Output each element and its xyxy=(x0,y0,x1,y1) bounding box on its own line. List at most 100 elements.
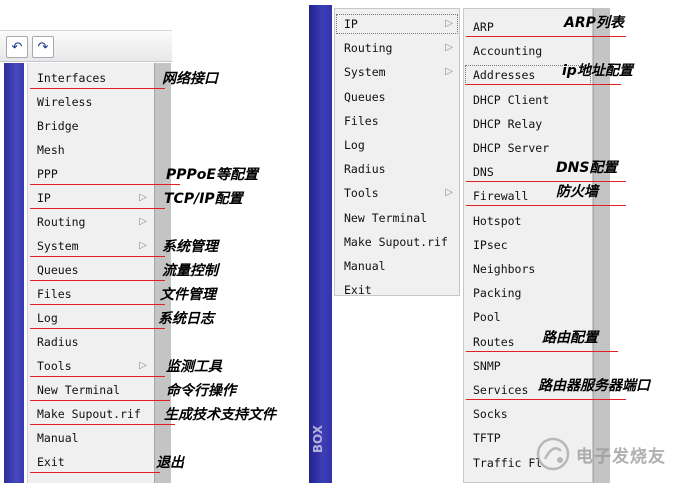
submenu-item-label: DHCP Server xyxy=(473,141,550,155)
submenu-arrow-icon: ▷ xyxy=(445,18,453,29)
menu-item-files[interactable]: Files xyxy=(335,110,459,132)
menu-item-label: Mesh xyxy=(37,143,65,157)
undo-icon: ↶ xyxy=(11,39,23,55)
menu-item-radius[interactable]: Radius xyxy=(28,331,153,353)
annotation-label: PPPoE等配置 xyxy=(166,167,258,183)
menu-item-label: Log xyxy=(37,311,58,325)
menu-item-label: Exit xyxy=(37,455,65,469)
submenu-item-label: Traffic Fl xyxy=(473,455,543,470)
submenu-item-label: Hotspot xyxy=(473,213,522,228)
menu-item-bridge[interactable]: Bridge xyxy=(28,115,153,137)
menu-item-label: New Terminal xyxy=(37,383,121,397)
menu-item-make-supout-rif[interactable]: Make Supout.rif xyxy=(335,231,459,253)
submenu-item-snmp[interactable]: SNMP xyxy=(464,355,592,377)
submenu-item-hotspot[interactable]: Hotspot xyxy=(464,210,592,232)
annotation-label: TCP/IP配置 xyxy=(164,191,243,207)
submenu-item-label: Firewall xyxy=(473,189,529,204)
menu-item-ip[interactable]: IP ▷ xyxy=(335,13,459,35)
annotation-underline xyxy=(30,184,180,185)
menu-item-make-supout-rif[interactable]: Make Supout.rif xyxy=(28,403,153,425)
submenu-item-socks[interactable]: Socks xyxy=(464,403,592,425)
menu-item-exit[interactable]: Exit xyxy=(28,451,153,473)
submenu-item-dhcp-server[interactable]: DHCP Server xyxy=(464,137,592,159)
submenu-item-label: DNS xyxy=(473,165,494,180)
menu-item-routing[interactable]: Routing ▷ xyxy=(28,211,153,233)
undo-button[interactable]: ↶ xyxy=(6,36,28,58)
submenu-item-dhcp-relay[interactable]: DHCP Relay xyxy=(464,113,592,135)
menu-item-log[interactable]: Log xyxy=(335,134,459,156)
submenu-item-packing[interactable]: Packing xyxy=(464,282,592,304)
menu-item-system[interactable]: System ▷ xyxy=(28,235,153,257)
annotation-label: 生成技术支持文件 xyxy=(164,407,276,423)
annotation-underline xyxy=(30,280,165,281)
annotation-underline xyxy=(466,350,618,352)
watermark-logo-icon xyxy=(536,437,570,471)
annotation-underline xyxy=(30,304,165,305)
menu-item-routing[interactable]: Routing ▷ xyxy=(335,37,459,59)
side-stripe xyxy=(309,5,332,483)
menu-item-label: Exit xyxy=(344,283,372,298)
menu-item-label: System xyxy=(344,65,386,80)
annotation-underline xyxy=(30,472,160,473)
annotation-label: 系统日志 xyxy=(158,311,214,327)
menu-item-ppp[interactable]: PPP xyxy=(28,163,153,185)
menu-item-mesh[interactable]: Mesh xyxy=(28,139,153,161)
redo-button[interactable]: ↷ xyxy=(32,36,54,58)
annotation-underline xyxy=(466,84,621,86)
menu-item-label: Routing xyxy=(344,41,393,56)
submenu-item-dhcp-client[interactable]: DHCP Client xyxy=(464,89,592,111)
menu-item-label: Tools xyxy=(37,359,72,373)
submenu-item-label: DHCP Client xyxy=(473,92,550,107)
annotation-label: 路由配置 xyxy=(542,329,598,346)
annotation-underline xyxy=(30,376,165,377)
menu-item-radius[interactable]: Radius xyxy=(335,158,459,180)
menu-item-tools[interactable]: Tools ▷ xyxy=(335,182,459,204)
menu-item-queues[interactable]: Queues xyxy=(335,86,459,108)
annotation-underline xyxy=(30,424,175,425)
annotation-label: 防火墙 xyxy=(556,184,598,201)
submenu-item-label: ARP xyxy=(473,20,494,34)
menu-item-label: Routing xyxy=(37,215,86,229)
submenu-arrow-icon: ▷ xyxy=(139,360,147,371)
menu-item-label: Manual xyxy=(344,259,386,273)
annotation-label: DNS配置 xyxy=(556,160,618,177)
annotation-underline xyxy=(30,208,165,209)
menu-item-label: IP xyxy=(344,17,358,31)
menu-item-label: Queues xyxy=(37,263,79,277)
menu-item-label: Radius xyxy=(344,162,386,177)
submenu-item-label: Pool xyxy=(473,310,501,325)
menu-item-queues[interactable]: Queues xyxy=(28,259,153,281)
submenu-item-label: TFTP xyxy=(473,431,501,446)
menu-item-tools[interactable]: Tools ▷ xyxy=(28,355,153,377)
menu-item-manual[interactable]: Manual xyxy=(28,427,153,449)
menu-item-label: Make Supout.rif xyxy=(344,234,448,249)
annotation-label: ip地址配置 xyxy=(562,63,633,80)
menu-item-interfaces[interactable]: Interfaces xyxy=(28,67,153,89)
menu-item-label: Files xyxy=(344,113,379,128)
submenu-item-label: Accounting xyxy=(473,44,543,59)
menu-item-label: Interfaces xyxy=(37,71,107,85)
menu-item-exit[interactable]: Exit xyxy=(335,279,459,301)
redo-icon: ↷ xyxy=(37,39,49,55)
menu-item-files[interactable]: Files xyxy=(28,283,153,305)
menu-item-wireless[interactable]: Wireless xyxy=(28,91,153,113)
menu-item-ip[interactable]: IP ▷ xyxy=(28,187,153,209)
submenu-arrow-icon: ▷ xyxy=(445,187,453,199)
menu-item-system[interactable]: System ▷ xyxy=(335,61,459,83)
submenu-item-accounting[interactable]: Accounting xyxy=(464,40,592,62)
menu-item-new-terminal[interactable]: New Terminal xyxy=(28,379,153,401)
submenu-item-label: SNMP xyxy=(473,358,501,373)
menu-item-log[interactable]: Log xyxy=(28,307,153,329)
annotation-underline xyxy=(30,256,165,257)
submenu-item-pool[interactable]: Pool xyxy=(464,306,592,328)
annotation-underline xyxy=(466,399,626,400)
annotation-underline xyxy=(30,400,170,401)
menu-item-new-terminal[interactable]: New Terminal xyxy=(335,207,459,229)
menu-item-manual[interactable]: Manual xyxy=(335,255,459,277)
annotation-underline xyxy=(466,181,626,183)
submenu-item-ipsec[interactable]: IPsec xyxy=(464,234,592,256)
submenu-item-label: Packing xyxy=(473,286,522,301)
submenu-arrow-icon: ▷ xyxy=(139,240,147,251)
submenu-item-neighbors[interactable]: Neighbors xyxy=(464,258,592,280)
annotation-underline xyxy=(466,205,626,207)
